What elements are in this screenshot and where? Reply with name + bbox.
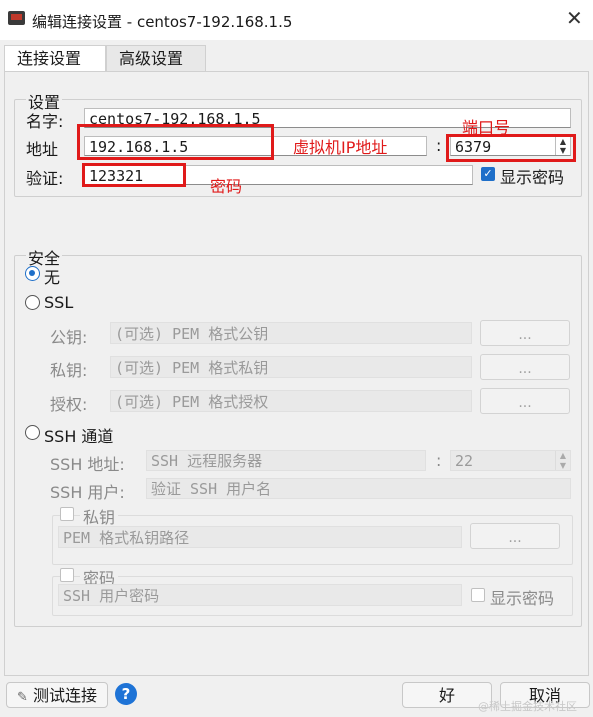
ssh-private-key-label: 私钥 (80, 504, 119, 528)
port-separator: : (436, 136, 442, 155)
public-key-browse-button[interactable]: ... (480, 320, 570, 346)
ssh-port-input[interactable]: 22 (450, 450, 571, 471)
name-label: 名字: (26, 112, 64, 131)
spin-down-icon[interactable]: ▼ (556, 461, 570, 471)
wand-icon: ✎ (16, 690, 28, 705)
help-icon[interactable]: ? (115, 683, 137, 705)
private-key-browse-button[interactable]: ... (480, 354, 570, 380)
close-icon[interactable]: ✕ (566, 6, 583, 30)
radio-ssh-tunnel-label: SSH 通道 (44, 427, 114, 446)
annotation-password: 密码 (210, 177, 243, 196)
show-password-checkbox[interactable]: ✓ (481, 167, 495, 181)
ssh-address-label: SSH 地址: (50, 455, 125, 474)
test-connection-button[interactable]: ✎ 测试连接 (6, 682, 108, 708)
tab-advanced-settings[interactable]: 高级设置 (106, 45, 206, 72)
radio-ssl-label: SSL (44, 293, 74, 312)
public-key-input[interactable]: (可选) PEM 格式公钥 (110, 322, 472, 344)
ssh-user-input[interactable]: 验证 SSH 用户名 (146, 478, 571, 499)
ssh-password-checkbox[interactable] (60, 568, 74, 582)
spin-up-icon[interactable]: ▲ (556, 451, 570, 461)
radio-ssl[interactable] (25, 295, 40, 310)
app-icon (8, 11, 25, 25)
address-label: 地址 (26, 140, 59, 159)
ssh-private-key-checkbox[interactable] (60, 507, 74, 521)
annotation-port: 端口号 (462, 118, 511, 137)
radio-none-label: 无 (44, 268, 61, 287)
title-bar: 编辑连接设置 - centos7-192.168.1.5 ✕ (0, 0, 593, 40)
ssh-user-label: SSH 用户: (50, 483, 125, 502)
radio-ssh-tunnel[interactable] (25, 425, 40, 440)
test-connection-label: 测试连接 (32, 686, 97, 705)
annotation-box-port (446, 134, 576, 162)
authority-input[interactable]: (可选) PEM 格式授权 (110, 390, 472, 412)
authority-label: 授权: (50, 395, 88, 414)
annotation-vm-ip: 虚拟机IP地址 (293, 138, 388, 157)
watermark: @稀土掘金技术社区 (478, 700, 577, 713)
ssh-password-input[interactable]: SSH 用户密码 (58, 584, 462, 606)
ssh-show-password-checkbox[interactable] (471, 588, 485, 602)
auth-label: 验证: (26, 169, 64, 188)
private-key-input[interactable]: (可选) PEM 格式私钥 (110, 356, 472, 378)
radio-none[interactable] (25, 266, 40, 281)
ssh-port-spinner[interactable]: ▲ ▼ (555, 451, 570, 470)
ssh-port-separator: : (436, 451, 442, 470)
public-key-label: 公钥: (50, 328, 88, 347)
show-password-label: 显示密码 (500, 168, 565, 187)
pem-path-input[interactable]: PEM 格式私钥路径 (58, 526, 462, 548)
private-key-label: 私钥: (50, 361, 88, 380)
tab-connection-settings[interactable]: 连接设置 (4, 45, 106, 72)
annotation-box-password (82, 163, 186, 187)
window-title: 编辑连接设置 - centos7-192.168.1.5 (32, 13, 293, 31)
authority-browse-button[interactable]: ... (480, 388, 570, 414)
ssh-show-password-label: 显示密码 (490, 589, 555, 608)
annotation-box-address (77, 124, 274, 160)
ssh-address-input[interactable]: SSH 远程服务器 (146, 450, 426, 471)
pem-path-browse-button[interactable]: ... (470, 523, 560, 549)
